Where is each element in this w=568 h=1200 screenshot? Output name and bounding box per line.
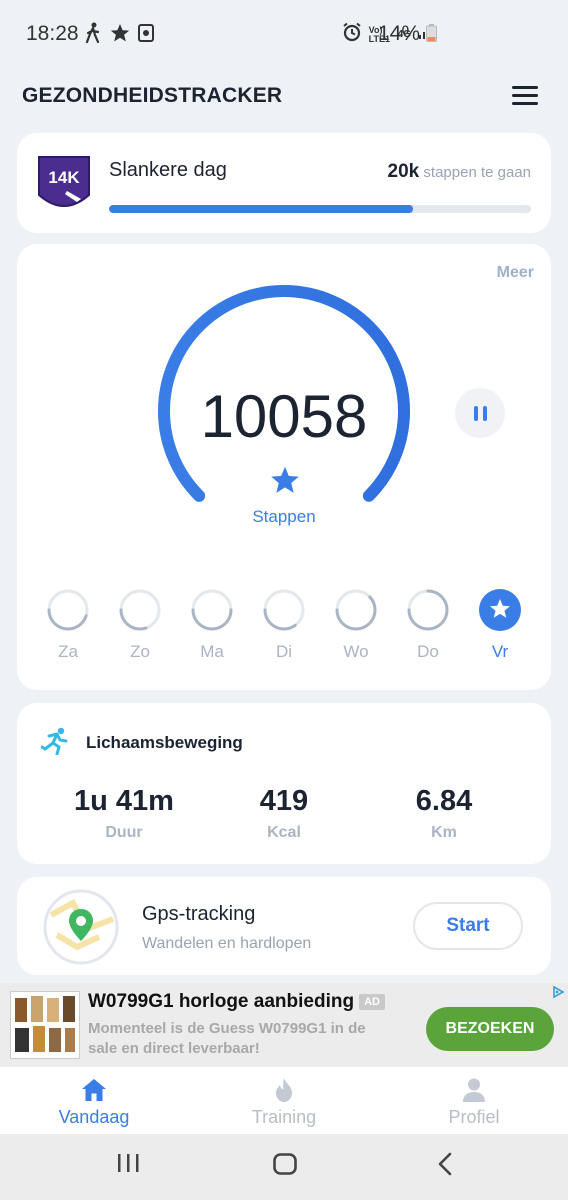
step-count: 10058 (200, 383, 368, 450)
ad-visit-button[interactable]: BEZOEKEN (426, 1007, 554, 1051)
goal-progress-bar (109, 205, 531, 213)
home-nav-icon[interactable] (272, 1152, 298, 1181)
ad-title: W0799G1 horloge aanbieding AD (88, 991, 385, 1013)
goal-card[interactable]: 14K Slankere dag 20k stappen te gaan (17, 133, 551, 233)
day-progress-ring (47, 589, 89, 631)
day-progress-ring (335, 589, 377, 631)
ad-choices-icon[interactable] (551, 985, 565, 1004)
goal-remaining: 20k stappen te gaan (388, 161, 531, 183)
day-progress-ring (407, 589, 449, 631)
ad-banner[interactable]: W0799G1 horloge aanbieding AD Momenteel i… (0, 983, 568, 1067)
day-ma[interactable]: Ma (186, 588, 238, 662)
map-pin-icon (43, 889, 119, 970)
metric-distance: 6.84 Km (369, 785, 519, 842)
day-progress-ring (191, 589, 233, 631)
recent-apps-icon[interactable] (116, 1152, 140, 1179)
day-label: Vr (491, 642, 509, 661)
more-link[interactable]: Meer (497, 264, 534, 282)
tab-today[interactable]: Vandaag (14, 1077, 174, 1128)
system-navigation-bar (0, 1134, 568, 1200)
flame-icon (276, 1078, 292, 1102)
day-label: Wo (343, 642, 369, 661)
day-label: Ma (200, 642, 224, 661)
goal-remaining-text: stappen te gaan (423, 164, 531, 181)
goal-remaining-value: 20k (387, 161, 420, 182)
metric-value: 419 (259, 785, 309, 817)
metric-value: 1u 41m (74, 785, 174, 817)
running-icon (40, 727, 71, 760)
metric-kcal: 419 Kcal (209, 785, 359, 842)
walking-icon (84, 22, 102, 49)
tab-label: Vandaag (58, 1107, 130, 1127)
alarm-icon (342, 22, 362, 47)
day-label: Za (58, 642, 78, 661)
tab-label: Profiel (448, 1107, 500, 1127)
metric-value: 6.84 (415, 785, 473, 817)
app-header: GEZONDHEIDSTRACKER (0, 70, 568, 126)
day-vr[interactable]: Vr (474, 588, 526, 662)
status-time: 18:28 (26, 22, 79, 45)
status-left-icons (84, 22, 154, 49)
battery-percentage: 14% (378, 22, 437, 46)
camera-notification-icon (138, 24, 154, 47)
day-label: Di (275, 642, 293, 661)
day-progress-ring (263, 589, 305, 631)
tab-training[interactable]: Training (204, 1077, 364, 1128)
day-di[interactable]: Di (258, 588, 310, 662)
ad-description: Momenteel is de Guess W0799G1 in de sale… (88, 1020, 366, 1057)
day-progress-ring (119, 589, 161, 631)
battery-icon (425, 24, 437, 42)
pause-button[interactable] (455, 388, 505, 438)
steps-card: Meer 10058 Stappen Za Zo Ma Di Wo Do Vr (17, 244, 551, 690)
star-icon (270, 466, 300, 499)
goal-progress-fill (109, 205, 413, 213)
day-za[interactable]: Za (42, 588, 94, 662)
day-star-icon (479, 589, 521, 631)
metric-label: Km (431, 824, 457, 841)
bottom-tab-bar: Vandaag Training Profiel (0, 1067, 568, 1134)
metric-duration: 1u 41m Duur (49, 785, 199, 842)
activity-card[interactable]: Lichaamsbeweging 1u 41m Duur 419 Kcal 6.… (17, 703, 551, 864)
pause-icon-bar-right (482, 405, 487, 421)
start-gps-button[interactable]: Start (413, 902, 523, 950)
gps-subtitle: Wandelen en hardlopen (142, 935, 312, 952)
day-zo[interactable]: Zo (114, 588, 166, 662)
tab-profile[interactable]: Profiel (394, 1077, 554, 1128)
status-bar: 18:28 Vo) LTE1 4G 14% (0, 0, 568, 70)
gps-title: Gps-tracking (142, 903, 256, 925)
pause-icon-bar-left (473, 405, 478, 421)
day-do[interactable]: Do (402, 588, 454, 662)
goal-badge: 14K (37, 155, 91, 220)
back-icon[interactable] (436, 1152, 456, 1181)
person-icon (463, 1078, 485, 1102)
star-icon (110, 23, 130, 48)
day-label: Do (417, 642, 439, 661)
hamburger-icon[interactable] (512, 82, 538, 108)
steps-label: Stappen (252, 507, 316, 526)
weekday-progress-row: Za Zo Ma Di Wo Do Vr (42, 588, 542, 668)
activity-title: Lichaamsbeweging (86, 733, 243, 752)
ad-badge: AD (359, 993, 385, 1010)
gps-card[interactable]: Gps-tracking Wandelen en hardlopen Start (17, 877, 551, 975)
metric-label: Duur (105, 824, 143, 841)
app-title: GEZONDHEIDSTRACKER (22, 84, 283, 107)
metric-label: Kcal (267, 824, 301, 841)
tab-label: Training (251, 1107, 317, 1127)
day-label: Zo (130, 642, 150, 661)
home-icon (82, 1079, 106, 1101)
ad-image[interactable] (10, 991, 80, 1059)
goal-title: Slankere dag (109, 159, 227, 181)
day-wo[interactable]: Wo (330, 588, 382, 662)
badge-text: 14K (48, 168, 80, 187)
